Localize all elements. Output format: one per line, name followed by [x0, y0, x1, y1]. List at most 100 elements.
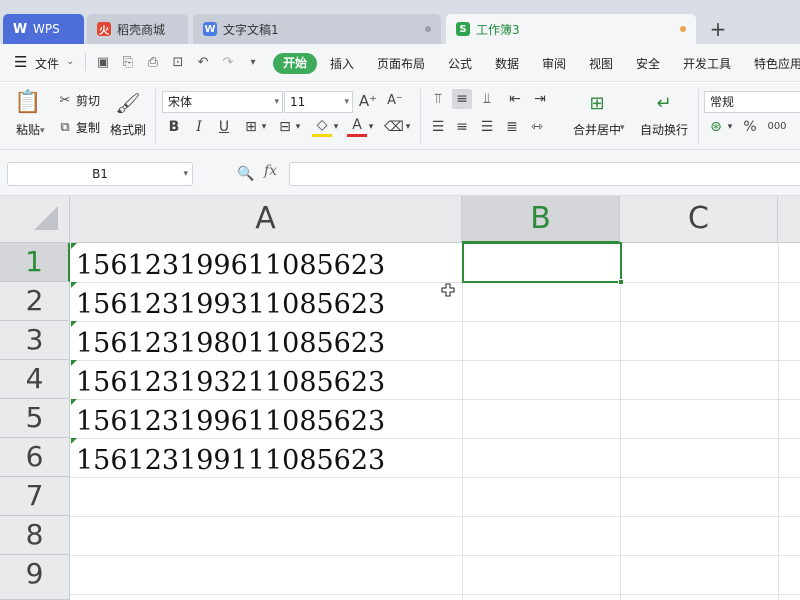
zoom-search-icon[interactable]: 🔍 [237, 165, 255, 183]
ribbon-divider [420, 89, 421, 145]
undo-icon[interactable]: ↶ [194, 54, 212, 72]
font-size-value: 11 [290, 95, 306, 109]
column-header-d[interactable] [778, 196, 800, 243]
print-preview-icon[interactable]: ⊡ [169, 54, 187, 72]
unsaved-dot[interactable] [680, 26, 686, 32]
cell-a3[interactable]: 156123198011085623 [71, 321, 461, 360]
percent-button[interactable]: % [740, 117, 760, 137]
menu-tab-formula[interactable]: 公式 [448, 55, 472, 72]
format-painter-button[interactable]: 🖌 格式刷 [108, 89, 148, 143]
increase-indent-icon[interactable]: ⇥ [530, 89, 550, 109]
customize-arrow-icon[interactable]: ▾ [244, 54, 262, 72]
currency-icon[interactable]: ⊛ [706, 117, 726, 137]
cut-button[interactable]: ✂ 剪切 [56, 92, 100, 109]
name-box[interactable]: B1 ▾ [7, 162, 193, 186]
file-menu[interactable]: 文件 [35, 55, 59, 72]
currency-dropdown-icon[interactable]: ▾ [725, 117, 735, 137]
row-header-1[interactable]: 1 [0, 243, 70, 282]
font-size-select[interactable]: 11 ▾ [284, 91, 353, 113]
column-header-a[interactable]: A [70, 196, 462, 243]
paste-dropdown-icon[interactable]: ▾ [40, 126, 45, 136]
menu-tab-review[interactable]: 审阅 [542, 55, 566, 72]
writer-doc-icon: W [203, 22, 217, 36]
fill-color-dropdown-icon[interactable]: ▾ [331, 117, 341, 137]
decrease-font-icon[interactable]: A⁻ [385, 91, 405, 111]
cell-a5[interactable]: 156123199611085623 [71, 399, 461, 438]
redo-icon[interactable]: ↷ [219, 54, 237, 72]
cell-a6[interactable]: 156123199111085623 [71, 438, 461, 477]
copy-icon: ⧉ [60, 120, 70, 135]
eraser-icon[interactable]: ⌫ [384, 117, 404, 137]
font-color-dropdown-icon[interactable]: ▾ [366, 117, 376, 137]
menu-tab-page-layout[interactable]: 页面布局 [377, 55, 425, 72]
tab-writer-doc[interactable]: W 文字文稿1 [193, 14, 441, 44]
eraser-dropdown-icon[interactable]: ▾ [403, 117, 413, 137]
print-icon[interactable]: ⎙ [144, 54, 162, 72]
font-color-button[interactable]: A [347, 117, 367, 137]
output-pdf-icon[interactable]: ⎘ [119, 54, 137, 72]
row-header-7[interactable]: 7 [0, 477, 70, 516]
cell-style-icon[interactable]: ⊟ [275, 117, 295, 137]
row-header-3[interactable]: 3 [0, 321, 70, 360]
align-bottom-icon[interactable]: ⫫ [477, 89, 497, 109]
tab-daoke-store[interactable]: 火 稻壳商城 [87, 14, 188, 44]
italic-button[interactable]: I [189, 117, 209, 137]
distributed-icon[interactable]: ⇿ [527, 117, 547, 137]
thousands-separator-button[interactable]: 000 [764, 117, 790, 137]
cut-label: 剪切 [76, 94, 101, 108]
formula-input[interactable] [289, 162, 800, 186]
increase-font-icon[interactable]: A⁺ [358, 91, 378, 111]
cell-style-dropdown-icon[interactable]: ▾ [293, 117, 303, 137]
function-fx-icon[interactable]: fx [264, 163, 277, 179]
row-header-4[interactable]: 4 [0, 360, 70, 399]
align-top-icon[interactable]: ⫪ [428, 89, 448, 109]
align-middle-icon[interactable]: ≡ [452, 89, 472, 109]
menu-tab-special-apps[interactable]: 特色应用 [754, 55, 800, 72]
tab-wps-home[interactable]: W WPS [3, 14, 84, 44]
menu-tab-view[interactable]: 视图 [589, 55, 613, 72]
hamburger-menu-icon[interactable]: ☰ [14, 53, 27, 71]
row-header-9[interactable]: 9 [0, 555, 70, 600]
column-header-c[interactable]: C [620, 196, 778, 243]
border-icon[interactable]: ⊞ [241, 117, 261, 137]
row-header-2[interactable]: 2 [0, 282, 70, 321]
column-header-b[interactable]: B [462, 196, 620, 243]
tab-workbook[interactable]: S 工作簿3 [446, 14, 696, 44]
cell-a1[interactable]: 156123199611085623 [71, 243, 461, 282]
bold-button[interactable]: B [164, 117, 184, 137]
menu-tab-insert[interactable]: 插入 [330, 55, 354, 72]
merge-dropdown-icon[interactable]: ▾ [620, 123, 625, 133]
wrap-text-button[interactable]: ↵ 自动换行 [636, 91, 692, 143]
menu-tab-developer[interactable]: 开发工具 [683, 55, 731, 72]
number-format-value: 常规 [710, 95, 735, 109]
tab-close-dot[interactable] [425, 26, 431, 32]
number-format-select[interactable]: 常规 [704, 91, 800, 113]
fill-handle[interactable] [618, 279, 624, 285]
menu-tab-start[interactable]: 开始 [273, 53, 317, 74]
menu-tab-security[interactable]: 安全 [636, 55, 660, 72]
save-icon[interactable]: ▣ [94, 54, 112, 72]
row-header-6[interactable]: 6 [0, 438, 70, 477]
chevron-down-icon[interactable]: ⌄ [66, 56, 74, 67]
new-tab-button[interactable]: + [706, 16, 730, 42]
row-header-8[interactable]: 8 [0, 516, 70, 555]
cell-a2[interactable]: 156123199311085623 [71, 282, 461, 321]
row-header-5[interactable]: 5 [0, 399, 70, 438]
font-name-select[interactable]: 宋体 ▾ [162, 91, 283, 113]
fill-color-icon[interactable]: ◇ [312, 117, 332, 137]
align-center-icon[interactable]: ≡ [452, 117, 472, 137]
decrease-indent-icon[interactable]: ⇤ [505, 89, 525, 109]
border-dropdown-icon[interactable]: ▾ [259, 117, 269, 137]
justify-icon[interactable]: ≣ [502, 117, 522, 137]
select-all-corner[interactable] [0, 196, 70, 243]
gridline [70, 555, 800, 556]
underline-button[interactable]: U [214, 117, 234, 137]
align-right-icon[interactable]: ☰ [477, 117, 497, 137]
copy-button[interactable]: ⧉ 复制 [56, 119, 100, 136]
active-cell-b1[interactable] [462, 242, 624, 285]
cell-a4[interactable]: 156123193211085623 [71, 360, 461, 399]
merge-center-button[interactable]: ⊞ 合并居中 [566, 91, 628, 143]
align-left-icon[interactable]: ☰ [428, 117, 448, 137]
menu-tab-data[interactable]: 数据 [495, 55, 519, 72]
spreadsheet-grid[interactable]: A B C 1 2 3 4 5 6 7 8 9 1561231996110856… [0, 196, 800, 600]
